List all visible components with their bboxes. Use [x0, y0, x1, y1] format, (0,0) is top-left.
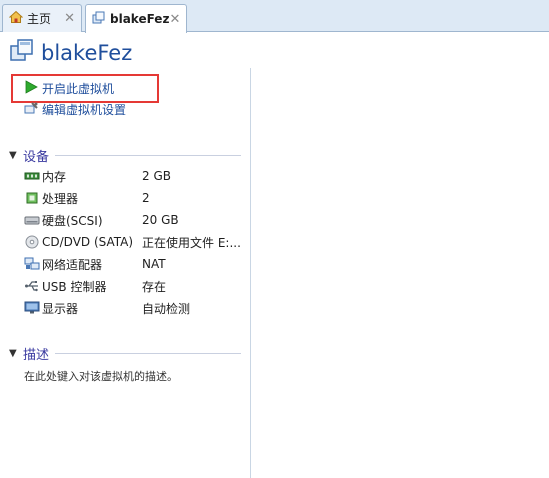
device-value: NAT	[142, 257, 166, 271]
device-name: 处理器	[42, 191, 79, 206]
usb-icon	[24, 279, 40, 293]
collapse-triangle-icon[interactable]: ▼	[9, 150, 21, 161]
panel-divider	[250, 68, 251, 478]
device-value: 2	[142, 191, 150, 205]
device-row-usb[interactable]: USB 控制器 存在	[24, 276, 248, 296]
device-name: 硬盘(SCSI)	[42, 213, 103, 228]
tab-label: 主页	[27, 12, 52, 26]
settings-icon	[24, 101, 38, 118]
tab-vm[interactable]: blakeFez ✕	[85, 4, 187, 33]
power-on-link[interactable]: 开启此虚拟机	[24, 80, 114, 97]
vm-icon	[92, 11, 106, 28]
description-placeholder[interactable]: 在此处键入对该虚拟机的描述。	[24, 368, 178, 384]
home-icon	[8, 10, 24, 27]
collapse-triangle-icon[interactable]: ▼	[9, 348, 21, 359]
cpu-icon	[24, 191, 40, 205]
monitor-icon	[24, 301, 40, 315]
memory-icon	[24, 169, 40, 183]
device-row-hard-disk[interactable]: 硬盘(SCSI) 20 GB	[24, 210, 248, 230]
vm-icon	[9, 38, 35, 67]
device-row-monitor[interactable]: 显示器 自动检测	[24, 298, 248, 318]
device-name: USB 控制器	[42, 279, 107, 294]
device-row-cd-dvd[interactable]: CD/DVD (SATA) 正在使用文件 E:...	[24, 232, 248, 252]
device-row-memory[interactable]: 内存 2 GB	[24, 166, 248, 186]
close-icon[interactable]: ✕	[169, 12, 180, 27]
tab-label: blakeFez	[110, 12, 170, 26]
device-row-network-adapter[interactable]: 网络适配器 NAT	[24, 254, 248, 274]
device-name: 网络适配器	[42, 257, 103, 272]
device-value: 20 GB	[142, 213, 179, 227]
device-name: CD/DVD (SATA)	[42, 235, 134, 249]
edit-settings-label: 编辑虚拟机设置	[42, 103, 127, 117]
divider	[55, 353, 241, 354]
device-value: 自动检测	[142, 301, 191, 316]
play-icon	[24, 80, 38, 97]
page-title: blakeFez	[9, 38, 132, 67]
section-title: 设备	[23, 150, 50, 165]
hard-disk-icon	[24, 213, 40, 227]
edit-settings-link[interactable]: 编辑虚拟机设置	[24, 101, 126, 118]
device-value: 正在使用文件 E:...	[142, 235, 241, 250]
section-title: 描述	[23, 348, 50, 363]
device-name: 显示器	[42, 301, 79, 316]
close-icon[interactable]: ✕	[64, 11, 75, 26]
device-value: 2 GB	[142, 169, 171, 183]
cd-dvd-icon	[24, 235, 40, 249]
power-on-label: 开启此虚拟机	[42, 82, 115, 96]
network-adapter-icon	[24, 257, 40, 271]
description-section-header[interactable]: ▼ 描述	[9, 344, 241, 363]
device-row-cpu[interactable]: 处理器 2	[24, 188, 248, 208]
device-name: 内存	[42, 169, 67, 184]
vm-name: blakeFez	[41, 40, 133, 65]
device-value: 存在	[142, 279, 167, 294]
divider	[55, 155, 241, 156]
devices-section-header[interactable]: ▼ 设备	[9, 146, 241, 165]
tab-bar: 主页 ✕ blakeFez ✕	[0, 0, 549, 33]
tab-home[interactable]: 主页 ✕	[2, 4, 82, 32]
